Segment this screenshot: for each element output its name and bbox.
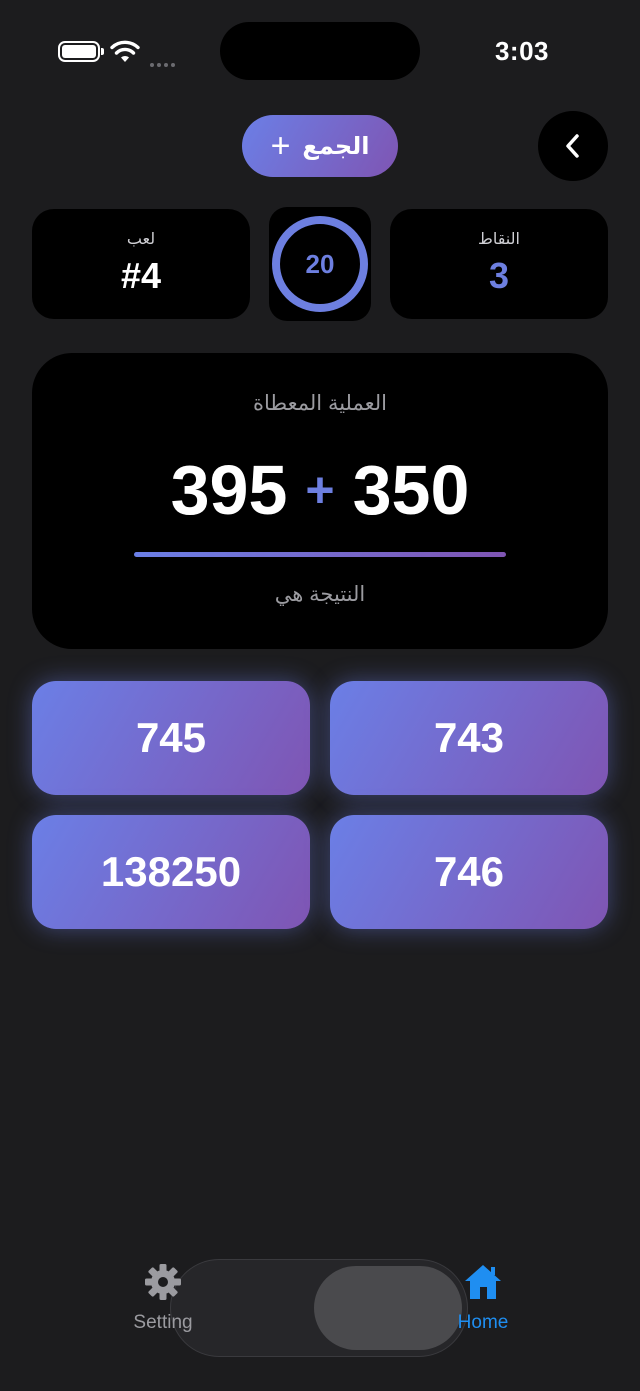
- right-operand: 350: [352, 451, 470, 529]
- dynamic-island: [220, 22, 420, 80]
- equation: 395 + 350: [32, 450, 608, 530]
- result-label: النتيجة هي: [274, 583, 366, 606]
- status-time: 3:03: [494, 36, 550, 66]
- operator-symbol: +: [305, 462, 335, 518]
- divider: [134, 552, 506, 557]
- problem-label: العملية المعطاة: [252, 392, 388, 415]
- score-label: النقاط: [478, 231, 520, 248]
- tab-home[interactable]: Home: [423, 1262, 543, 1334]
- operation-symbol: +: [270, 127, 291, 165]
- cellular-signal-icon: [150, 54, 182, 67]
- gear-icon: [145, 1264, 181, 1300]
- operation-chip: الجمع +: [242, 115, 398, 177]
- game-number: #4: [120, 255, 162, 296]
- answer-button[interactable]: 743: [330, 681, 608, 795]
- answer-button[interactable]: 138250: [32, 815, 310, 929]
- timer-card: 20: [269, 207, 371, 321]
- tab-home-label: Home: [457, 1312, 509, 1333]
- status-bar: 3:03: [0, 0, 640, 100]
- timer-value: 20: [305, 248, 335, 279]
- tab-setting[interactable]: Setting: [103, 1262, 223, 1334]
- game-card: لعب #4: [32, 209, 250, 319]
- wifi-icon: [110, 40, 140, 62]
- problem-card: العملية المعطاة 395 + 350 النتيجة هي: [32, 353, 608, 649]
- score-value: 3: [488, 255, 510, 296]
- chevron-left-icon: [566, 134, 579, 158]
- score-card: النقاط 3: [390, 209, 608, 319]
- answer-button[interactable]: 746: [330, 815, 608, 929]
- left-operand: 395: [170, 451, 288, 529]
- house-icon: [465, 1265, 501, 1299]
- answer-button[interactable]: 745: [32, 681, 310, 795]
- game-label: لعب: [126, 231, 156, 248]
- battery-icon: [58, 41, 104, 62]
- tab-setting-label: Setting: [133, 1312, 193, 1333]
- back-button[interactable]: [538, 111, 608, 181]
- operation-label: الجمع: [302, 132, 370, 160]
